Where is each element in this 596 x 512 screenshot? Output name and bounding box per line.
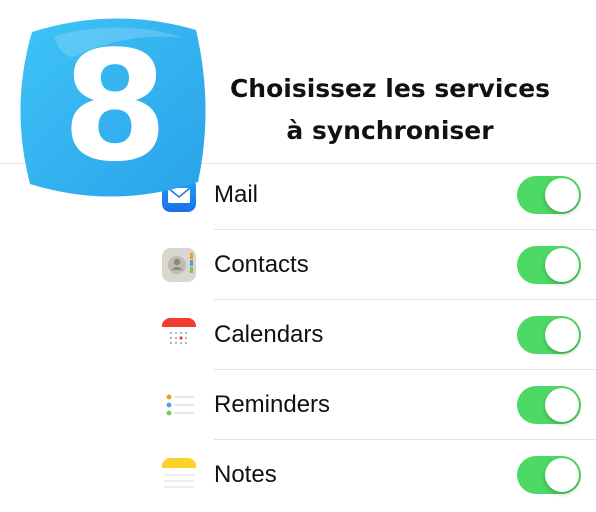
service-label-reminders: Reminders (214, 391, 331, 418)
toggle-knob (545, 248, 579, 282)
step-badge: 8 (14, 12, 214, 202)
service-row-calendars: Calendars (0, 300, 596, 370)
reminders-icon (162, 388, 196, 422)
contacts-icon (162, 248, 196, 282)
reminders-toggle[interactable] (517, 386, 581, 424)
notes-icon (162, 458, 196, 492)
title-line-1: Choisissez les services (229, 74, 551, 103)
toggle-knob (545, 458, 579, 492)
toggle-knob (545, 178, 579, 212)
notes-toggle[interactable] (517, 456, 581, 494)
title-line-2: à synchroniser (286, 116, 494, 145)
service-label-notes: Notes (214, 461, 277, 488)
service-label-contacts: Contacts (214, 251, 309, 278)
calendar-icon (162, 318, 196, 352)
step-number: 8 (62, 18, 168, 195)
service-label-calendars: Calendars (214, 321, 324, 348)
toggle-knob (545, 318, 579, 352)
service-row-reminders: Reminders (0, 370, 596, 440)
toggle-knob (545, 388, 579, 422)
contacts-toggle[interactable] (517, 246, 581, 284)
service-row-contacts: Contacts (0, 230, 596, 300)
mail-toggle[interactable] (517, 176, 581, 214)
calendars-toggle[interactable] (517, 316, 581, 354)
page-title: Choisissez les services à synchroniser (200, 68, 580, 152)
service-row-notes: Notes (0, 440, 596, 510)
service-label-mail: Mail (214, 181, 259, 208)
